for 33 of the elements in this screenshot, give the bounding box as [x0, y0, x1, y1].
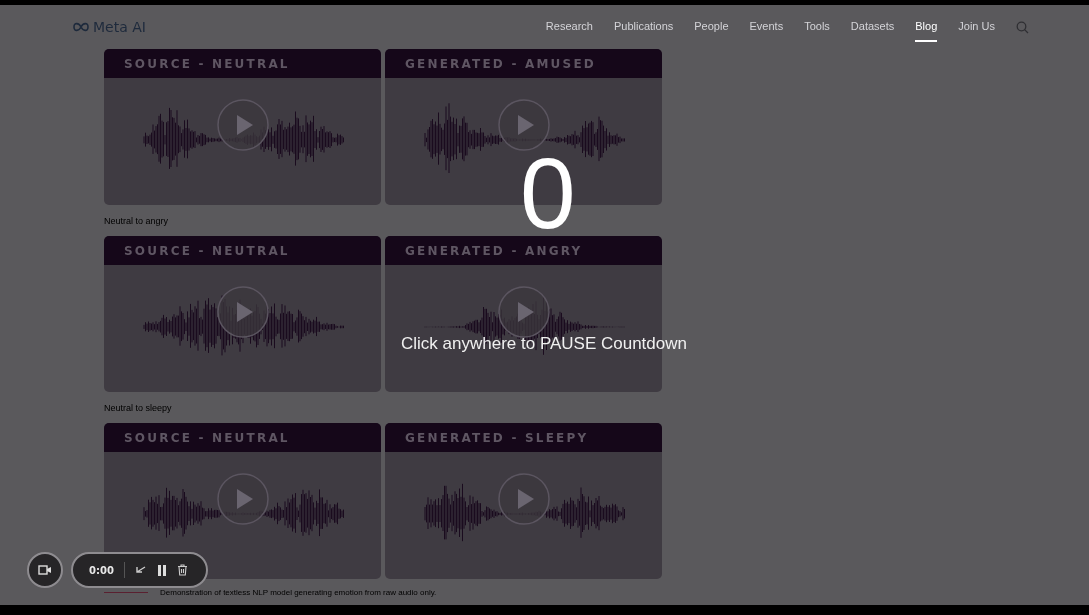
search-icon[interactable]	[1016, 20, 1029, 34]
countdown-number: 0	[520, 156, 576, 231]
infinity-icon	[72, 22, 90, 32]
nav-link[interactable]: Join Us	[958, 12, 995, 42]
undo-button[interactable]	[134, 565, 147, 575]
play-icon[interactable]	[497, 98, 551, 152]
nav-link[interactable]: Research	[545, 12, 593, 42]
play-icon[interactable]	[216, 98, 270, 152]
figure-caption: Demonstration of textless NLP model generating emotion from raw audio only.	[160, 587, 437, 597]
card-title: SOURCE - NEUTRAL	[104, 423, 381, 452]
pause-button[interactable]	[156, 564, 167, 576]
play-icon[interactable]	[497, 472, 551, 526]
card-title: SOURCE - NEUTRAL	[104, 236, 381, 265]
recording-time: 0:00	[89, 564, 114, 576]
nav-link[interactable]: People	[694, 12, 729, 42]
card-title: GENERATED - ANGRY	[385, 236, 662, 265]
delete-button[interactable]	[176, 564, 188, 576]
nav-link[interactable]: Datasets	[850, 12, 895, 42]
card-title: GENERATED - SLEEPY	[385, 423, 662, 452]
play-icon[interactable]	[216, 285, 270, 339]
nav-link[interactable]: Blog	[915, 12, 938, 42]
play-icon[interactable]	[216, 472, 270, 526]
nav-link[interactable]: Events	[749, 12, 784, 42]
sample-label: Neutral to sleepy	[104, 401, 173, 415]
play-icon[interactable]	[497, 285, 551, 339]
sample-label: Neutral to angry	[104, 214, 170, 228]
nav-link[interactable]: Publications	[613, 12, 674, 42]
logo-text: Meta AI	[93, 19, 146, 35]
card-title: GENERATED - AMUSED	[385, 49, 662, 78]
card-title: SOURCE - NEUTRAL	[104, 49, 381, 78]
camera-icon	[38, 565, 52, 575]
countdown-message: Click anywhere to PAUSE Countdown	[401, 334, 687, 354]
nav-link[interactable]: Tools	[804, 12, 830, 42]
